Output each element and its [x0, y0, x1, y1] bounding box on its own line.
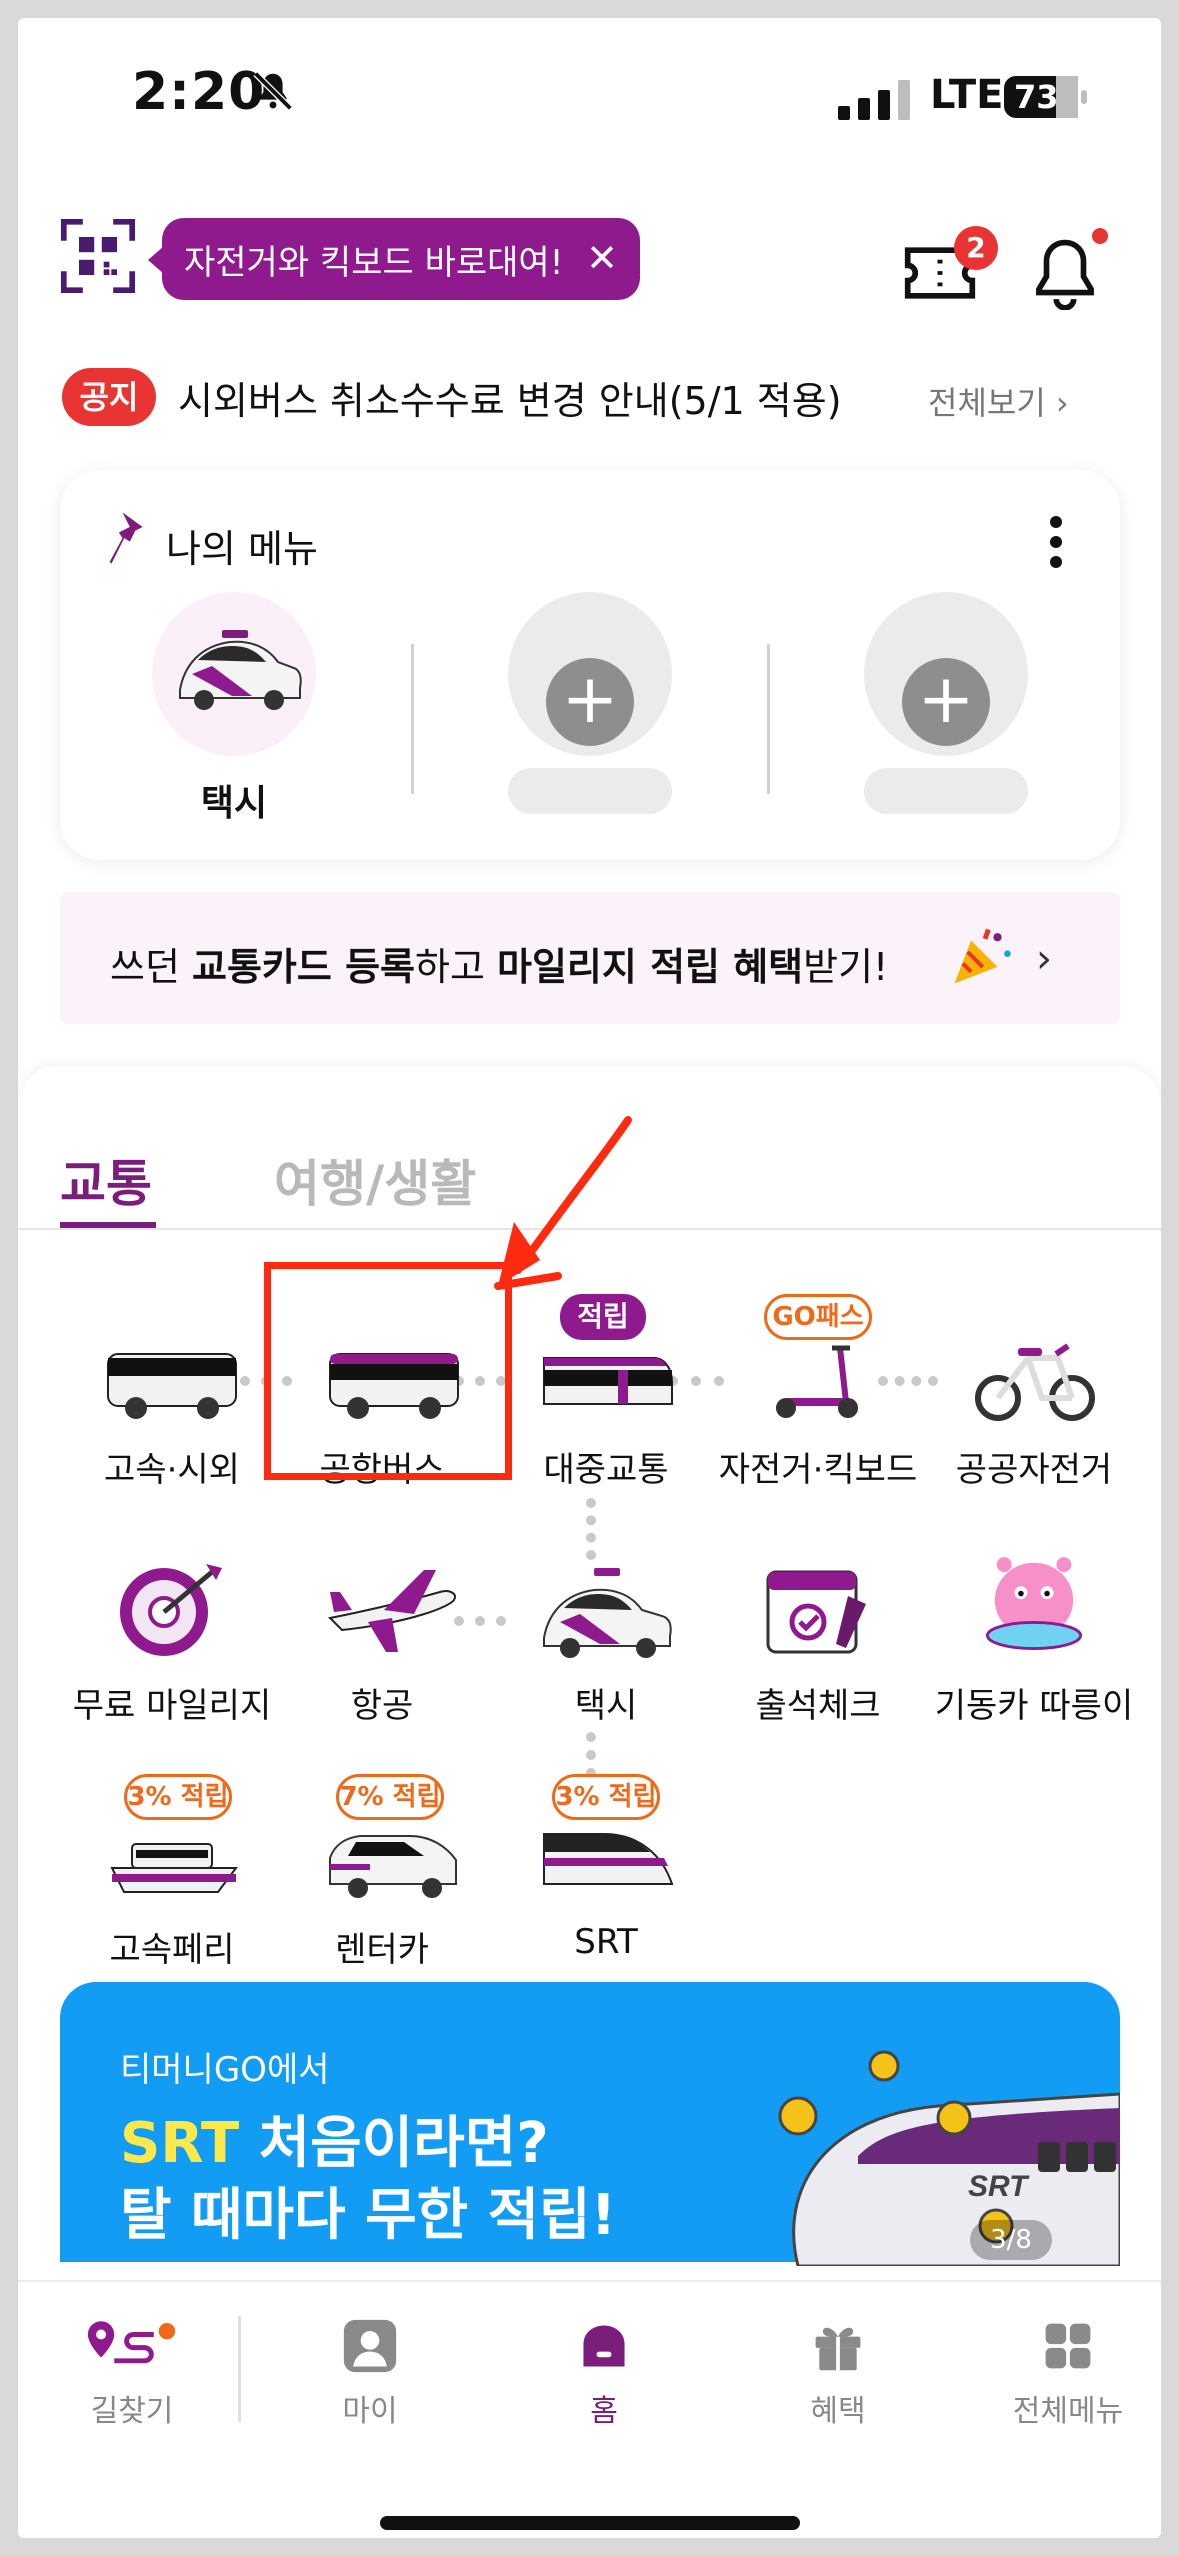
- service-label: 고속·시외: [104, 1450, 240, 1490]
- my-menu-taxi-label: 택시: [200, 783, 268, 824]
- srt-banner-subtitle: 티머니GO에서: [120, 2050, 330, 2090]
- tab-travel-life[interactable]: 여행/생활: [274, 1144, 476, 1216]
- taxi-icon: [543, 1568, 672, 1658]
- service-label: 택시: [574, 1686, 638, 1726]
- bicycle-icon: [975, 1343, 1095, 1421]
- empty-slot-label: [508, 768, 672, 814]
- gift-icon: [815, 2327, 861, 2371]
- notification-bell-icon[interactable]: [1032, 236, 1098, 310]
- service-label: 기동카 따릉이: [934, 1686, 1134, 1726]
- service-label: SRT: [574, 1922, 638, 1962]
- network-type: LTE: [930, 72, 1004, 118]
- nav-divider: [238, 2316, 241, 2422]
- service-label: 대중교통: [543, 1450, 669, 1490]
- party-popper-icon: [954, 928, 1011, 984]
- service-label: 출석체크: [755, 1686, 881, 1726]
- service-label: 공공자전거: [955, 1450, 1113, 1490]
- nav-label: 홈: [590, 2394, 618, 2429]
- divider: [411, 644, 414, 794]
- add-menu-icon[interactable]: +: [546, 658, 634, 746]
- srt-train-icon: [543, 1833, 674, 1885]
- qr-scan-icon[interactable]: [60, 218, 136, 294]
- bus-icon: [107, 1353, 237, 1419]
- subway-icon: [543, 1357, 673, 1405]
- nav-route-search[interactable]: 길찾기: [32, 2318, 232, 2429]
- status-time: 2:20: [132, 62, 266, 122]
- app-screen: 2:20 LTE 73 자전거와 킥보드 바로대여! ✕ 2 공지 시외버스 취…: [18, 18, 1161, 2538]
- highlight-annotation-box: [264, 1262, 512, 1480]
- home-indicator: [380, 2516, 800, 2530]
- srt-train-illustration: SRT: [778, 2050, 1120, 2266]
- connector: [586, 1732, 596, 1778]
- nav-all-menu[interactable]: 전체메뉴: [968, 2318, 1161, 2429]
- nav-benefits[interactable]: 혜택: [738, 2318, 938, 2429]
- srt-banner-title-line2: 탈 때마다 무한 적립!: [120, 2183, 617, 2248]
- ticket-count-badge: 2: [954, 226, 998, 270]
- service-label: 고속페리: [109, 1930, 235, 1970]
- promo-text: 자전거와 킥보드 바로대여!: [184, 242, 564, 283]
- service-label: 자전거·킥보드: [718, 1450, 918, 1490]
- profile-icon: [343, 2319, 397, 2373]
- connector: [586, 1498, 596, 1560]
- service-label: 무료 마일리지: [72, 1686, 272, 1726]
- pin-icon: [109, 512, 143, 564]
- my-menu-taxi-button[interactable]: [152, 592, 316, 756]
- ferry-icon: [110, 1843, 238, 1893]
- notification-dot: [1092, 228, 1108, 244]
- nav-label: 전체메뉴: [1012, 2394, 1124, 2429]
- nav-label: 혜택: [810, 2394, 866, 2429]
- nav-label: 길찾기: [90, 2394, 174, 2429]
- empty-slot-label: [864, 768, 1028, 814]
- service-label: 항공: [350, 1686, 414, 1726]
- calendar-check-icon: [766, 1570, 866, 1654]
- promo-tooltip[interactable]: 자전거와 킥보드 바로대여! ✕: [148, 218, 640, 300]
- airplane-icon: [327, 1570, 456, 1652]
- nav-home[interactable]: 홈: [504, 2318, 704, 2429]
- nav-label: 마이: [342, 2394, 398, 2429]
- battery-level: 73: [1014, 78, 1059, 116]
- divider: [767, 644, 770, 794]
- taxi-icon: [179, 630, 302, 710]
- my-menu-title: 나의 메뉴: [166, 527, 318, 571]
- close-icon[interactable]: ✕: [582, 238, 622, 278]
- notice-text[interactable]: 시외버스 취소수수료 변경 안내(5/1 적용): [178, 370, 842, 425]
- notice-badge: 공지: [62, 368, 156, 426]
- rental-car-icon: [329, 1835, 457, 1898]
- srt-logo-text: SRT: [968, 2170, 1030, 2203]
- notice-view-all-link[interactable]: 전체보기 ›: [928, 378, 1069, 424]
- battery-icon: 73: [1004, 76, 1088, 118]
- add-menu-icon[interactable]: +: [902, 658, 990, 746]
- silent-mode-icon: [253, 71, 293, 111]
- transit-card-banner-text: 쓰던 교통카드 등록하고 마일리지 적립 혜택받기!: [110, 945, 889, 989]
- scooter-icon: [776, 1345, 858, 1418]
- banner-page-indicator: 3/8: [970, 2220, 1052, 2260]
- dart-target-icon: [120, 1564, 222, 1656]
- cellular-signal-icon: [838, 80, 910, 120]
- home-icon: [583, 2325, 625, 2367]
- srt-banner-title: SRT 처음이라면?: [120, 2111, 549, 2176]
- nav-my[interactable]: 마이: [270, 2318, 470, 2429]
- grid-menu-icon: [1045, 2323, 1091, 2369]
- more-options-icon[interactable]: [1048, 516, 1064, 568]
- tab-transport[interactable]: 교통: [60, 1144, 152, 1216]
- annotation-arrow-icon: [494, 1116, 632, 1290]
- mascot-character-icon: [985, 1557, 1083, 1650]
- service-label: 렌터카: [335, 1930, 429, 1970]
- chevron-right-icon[interactable]: ›: [1036, 936, 1052, 982]
- route-icon: [87, 2321, 176, 2364]
